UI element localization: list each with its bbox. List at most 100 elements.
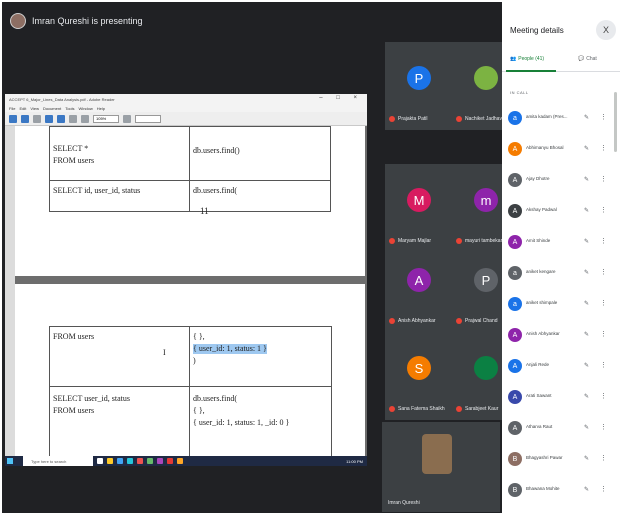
more-options-icon[interactable]: ⋮ — [600, 361, 607, 369]
self-name: Imran Qureshi — [388, 500, 420, 506]
table-divider — [331, 326, 332, 456]
list-item[interactable]: A Abhimanyu Bhosal ✎ ⋮ — [502, 135, 620, 163]
navigation-pane[interactable] — [5, 126, 15, 456]
find-box[interactable] — [135, 114, 161, 123]
document-area[interactable]: SELECT * FROM users db.users.find() SELE… — [5, 126, 367, 456]
taskbar-search[interactable]: Type here to search — [23, 456, 93, 466]
mic-off-icon: ✎ — [584, 425, 590, 431]
avatar: A — [508, 173, 522, 187]
fit-page-icon[interactable] — [123, 114, 131, 123]
menu-document[interactable]: Document — [43, 106, 61, 111]
print-icon[interactable] — [21, 114, 29, 123]
task-view-icon[interactable] — [97, 458, 103, 464]
app-icon[interactable] — [157, 458, 163, 464]
participant-name: Akshay Padwal — [526, 207, 557, 212]
prev-page-icon[interactable] — [45, 114, 53, 123]
zoom-select[interactable]: 105% — [93, 114, 119, 123]
zoom-out-icon[interactable] — [69, 114, 77, 123]
email-icon[interactable] — [33, 114, 41, 123]
query-table-1 — [49, 126, 331, 212]
participant-name: Prajakta Patil — [389, 116, 427, 122]
app-icon[interactable] — [177, 458, 183, 464]
table-divider — [49, 386, 331, 387]
presenter-bar: Imran Qureshi is presenting — [2, 2, 500, 40]
menu-file[interactable]: File — [9, 106, 15, 111]
avatar: a — [508, 297, 522, 311]
list-item[interactable]: A Anish Abhyankar ✎ ⋮ — [502, 321, 620, 349]
tab-people[interactable]: 👥 People (41) — [510, 56, 544, 62]
list-item[interactable]: A Atharva Raut ✎ ⋮ — [502, 414, 620, 442]
list-item[interactable]: A Anjali Rede ✎ ⋮ — [502, 352, 620, 380]
window-toolbar: 105% — [5, 112, 367, 126]
more-options-icon[interactable]: ⋮ — [600, 175, 607, 183]
start-icon[interactable] — [7, 458, 13, 464]
more-options-icon[interactable]: ⋮ — [600, 299, 607, 307]
mic-off-icon: ✎ — [584, 177, 590, 183]
more-options-icon[interactable]: ⋮ — [600, 113, 607, 121]
more-options-icon[interactable]: ⋮ — [600, 268, 607, 276]
participant-tile[interactable]: A Anish Abhyankar — [385, 244, 453, 332]
open-icon[interactable] — [9, 114, 17, 123]
next-page-icon[interactable] — [57, 114, 65, 123]
selected-text[interactable]: { user_id: 1, status: 1 } — [193, 344, 267, 354]
self-video-tile[interactable]: Imran Qureshi — [382, 422, 500, 512]
participant-name-label: Anish Abhyankar — [398, 318, 436, 324]
more-options-icon[interactable]: ⋮ — [600, 392, 607, 400]
menu-help[interactable]: Help — [97, 106, 105, 111]
mic-off-icon — [389, 116, 395, 122]
participant-avatar: M — [407, 188, 431, 212]
store-icon[interactable] — [127, 458, 133, 464]
edge-icon[interactable] — [117, 458, 123, 464]
tab-chat[interactable]: 💬 Chat — [578, 56, 597, 62]
list-item[interactable]: a amita kadam (Pres... ✎ ⋮ — [502, 104, 620, 132]
avatar: A — [508, 421, 522, 435]
table-cell: db.users.find() — [193, 146, 240, 155]
participant-tile[interactable]: P Prajakta Patil — [385, 42, 453, 130]
participant-name: Atharva Raut — [526, 424, 553, 429]
avatar: A — [508, 359, 522, 373]
list-item[interactable]: A Akshay Padwal ✎ ⋮ — [502, 197, 620, 225]
list-item[interactable]: a aniket kengare ✎ ⋮ — [502, 259, 620, 287]
mail-icon[interactable] — [137, 458, 143, 464]
explorer-icon[interactable] — [107, 458, 113, 464]
participant-avatar — [474, 66, 498, 90]
window-controls[interactable]: – □ × — [319, 95, 363, 101]
page-number: 11 — [200, 206, 209, 216]
list-item[interactable]: B Bhagyashri Pawar ✎ ⋮ — [502, 445, 620, 473]
presenter-text: Imran Qureshi is presenting — [32, 16, 143, 26]
more-options-icon[interactable]: ⋮ — [600, 206, 607, 214]
list-item[interactable]: A Amit Shinde ✎ ⋮ — [502, 228, 620, 256]
participant-name: Abhimanyu Bhosal — [526, 145, 564, 150]
avatar: a — [508, 111, 522, 125]
close-button[interactable]: X — [596, 20, 616, 40]
table-cell: FROM users — [53, 156, 95, 165]
participant-avatar: A — [407, 268, 431, 292]
chat-icon: 💬 — [578, 56, 585, 62]
more-options-icon[interactable]: ⋮ — [600, 454, 607, 462]
table-cell: ) — [193, 356, 196, 365]
more-options-icon[interactable]: ⋮ — [600, 330, 607, 338]
participant-name: Ajay Dhotre — [526, 176, 550, 181]
list-item[interactable]: A Ajay Dhotre ✎ ⋮ — [502, 166, 620, 194]
menu-view[interactable]: View — [30, 106, 39, 111]
list-item[interactable]: B Bhawana Mohite ✎ ⋮ — [502, 476, 620, 504]
avatar: A — [508, 235, 522, 249]
menu-edit[interactable]: Edit — [19, 106, 26, 111]
panel-scrollbar[interactable] — [614, 92, 617, 152]
participant-tile[interactable]: M Maryam Majlar — [385, 164, 453, 252]
menu-window[interactable]: Window — [79, 106, 93, 111]
zoom-in-icon[interactable] — [81, 114, 89, 123]
acrobat-icon[interactable] — [167, 458, 173, 464]
more-options-icon[interactable]: ⋮ — [600, 144, 607, 152]
list-item[interactable]: a aniket shimpale ✎ ⋮ — [502, 290, 620, 318]
more-options-icon[interactable]: ⋮ — [600, 485, 607, 493]
participant-tile[interactable]: S Sana Fatema Shaikh — [385, 332, 453, 420]
table-cell: db.users.find( — [193, 394, 237, 403]
list-item[interactable]: A Arati Sawant ✎ ⋮ — [502, 383, 620, 411]
chrome-icon[interactable] — [147, 458, 153, 464]
more-options-icon[interactable]: ⋮ — [600, 423, 607, 431]
more-options-icon[interactable]: ⋮ — [600, 237, 607, 245]
menu-tools[interactable]: Tools — [65, 106, 74, 111]
participant-name: Anish Abhyankar — [389, 318, 436, 324]
participant-avatar: P — [407, 66, 431, 90]
